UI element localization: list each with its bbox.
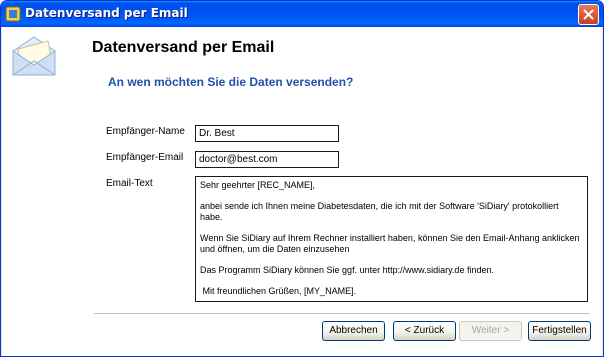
email-text-label: Email-Text: [106, 178, 153, 189]
email-text-line: Mit freundlichen Grüßen, [MY_NAME].: [200, 286, 357, 296]
footer-divider: [94, 313, 590, 314]
envelope-icon: [12, 36, 56, 76]
title-bar[interactable]: Datenversand per Email: [1, 1, 603, 27]
recipient-email-field[interactable]: doctor@best.com: [195, 151, 339, 168]
sidiary-app-icon: [5, 6, 21, 22]
next-button[interactable]: Weiter >: [459, 321, 522, 341]
form-area: Empfänger-Name Dr. Best Empfänger-Email …: [2, 110, 602, 356]
close-button[interactable]: [578, 4, 599, 25]
cancel-button[interactable]: Abbrechen: [322, 321, 385, 341]
recipient-email-label: Empfänger-Email: [106, 152, 184, 163]
wizard-header: Datenversand per Email An wen möchten Si…: [2, 27, 602, 110]
email-text-line: Sehr geehrter [REC_NAME],: [200, 180, 316, 190]
page-title: Datenversand per Email: [92, 39, 275, 56]
recipient-name-field[interactable]: Dr. Best: [195, 125, 339, 142]
email-text-line: Wenn Sie SiDiary auf Ihrem Rechner insta…: [200, 233, 583, 254]
back-button[interactable]: < Zurück: [393, 321, 456, 341]
email-text-area[interactable]: Sehr geehrter [REC_NAME], anbei sende ic…: [195, 176, 588, 302]
window-title: Datenversand per Email: [25, 6, 188, 20]
wizard-window: Datenversand per Email Datenversand per …: [0, 0, 604, 357]
recipient-name-label: Empfänger-Name: [106, 126, 185, 137]
page-subtitle: An wen möchten Sie die Daten versenden?: [108, 75, 354, 89]
close-icon: [583, 9, 594, 20]
email-text-line: Das Programm SiDiary können Sie ggf. unt…: [200, 265, 494, 275]
finish-button[interactable]: Fertigstellen: [528, 321, 591, 341]
email-text-line: anbei sende ich Ihnen meine Diabetesdate…: [200, 201, 562, 222]
